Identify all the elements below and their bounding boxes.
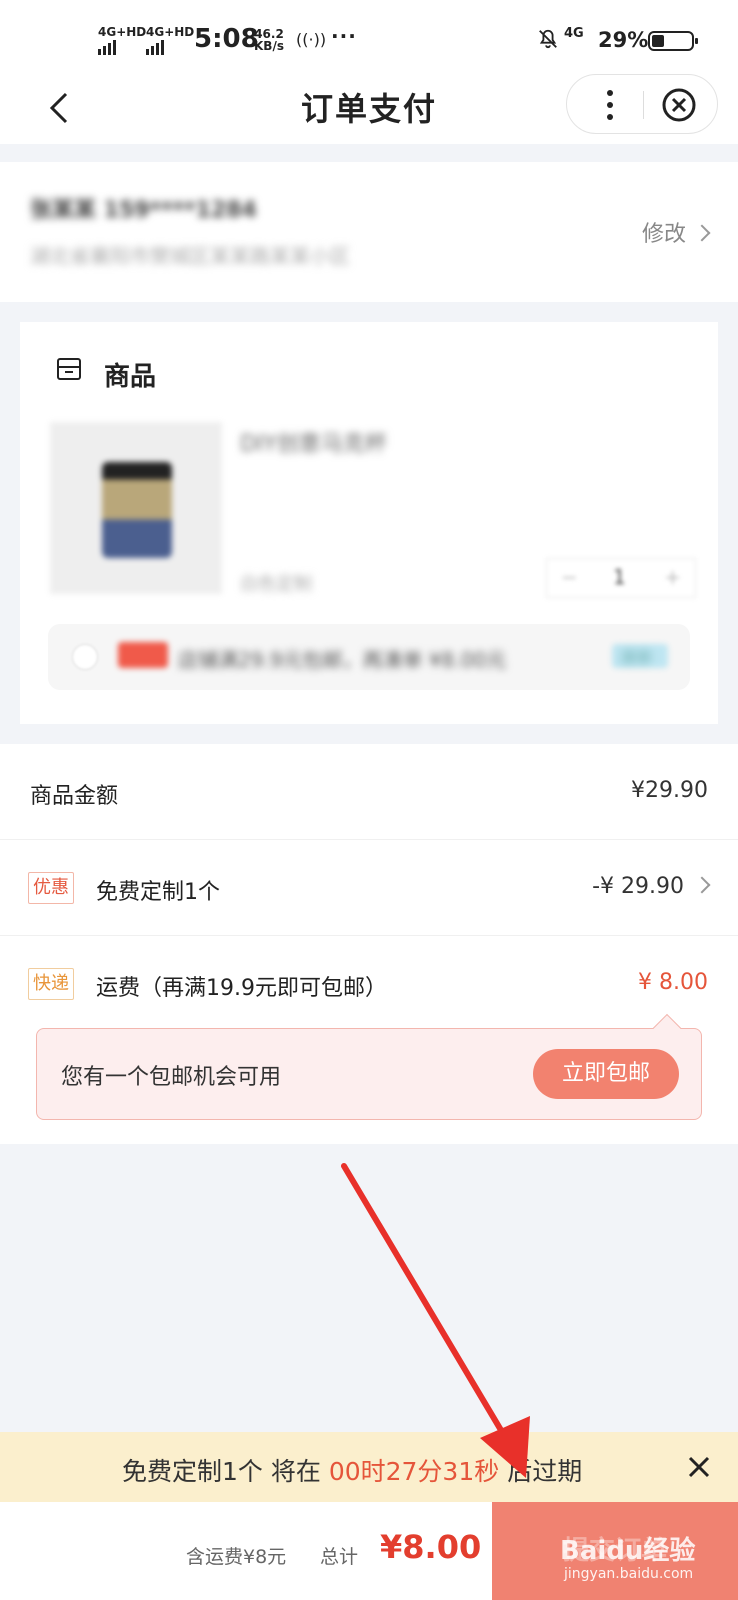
battery-icon: [648, 31, 698, 51]
promo-radio[interactable]: [72, 644, 98, 670]
discount-value: -¥ 29.90: [592, 874, 684, 899]
signal-2: 4G+HD: [146, 26, 194, 55]
goods-amount-value: ¥29.90: [631, 778, 708, 803]
nav-bar: 订单支付: [0, 72, 738, 144]
minus-icon[interactable]: −: [561, 565, 578, 589]
network-type: 4G: [564, 26, 584, 41]
free-shipping-button[interactable]: 立即包邮: [533, 1049, 679, 1099]
bell-muted-icon: [539, 29, 557, 49]
quantity-stepper[interactable]: − 1 +: [546, 558, 696, 598]
watermark-brand: Baidu经验: [560, 1536, 696, 1566]
signal-bars-icon: [146, 40, 166, 55]
status-bar: 4G+HD 4G+HD 5:08 46.2 KB/s ((·)) ··· 4G …: [0, 0, 738, 72]
expiry-banner: 免费定制1个 将在 00时27分31秒 后过期: [0, 1432, 738, 1502]
shipping-note: 含运费¥8元: [186, 1546, 287, 1568]
quantity-value: 1: [613, 565, 626, 589]
expiry-countdown: 00时27分31秒: [328, 1457, 500, 1486]
watermark-url: jingyan.baidu.com: [564, 1566, 694, 1582]
more-status-icon: ···: [331, 24, 357, 48]
total-price: ¥8.00: [380, 1528, 482, 1566]
plus-icon[interactable]: +: [664, 565, 681, 589]
speed-unit: KB/s: [254, 39, 284, 53]
promo-tag: [118, 642, 168, 668]
chevron-right-icon: [693, 224, 711, 242]
capsule-divider: [643, 91, 644, 119]
address-detail: 湖北省襄阳市樊城区某某路某某小区: [30, 244, 350, 268]
promo-action-label: 凑单: [620, 648, 653, 667]
tooltip-message: 您有一个包邮机会可用: [61, 1065, 282, 1090]
discount-row[interactable]: 优惠 免费定制1个 -¥ 29.90: [0, 840, 738, 936]
promo-action-button[interactable]: 凑单: [612, 644, 668, 668]
more-vertical-icon[interactable]: [595, 85, 625, 125]
product-spec: 白色定制: [240, 574, 312, 595]
signal-2-label: 4G+HD: [146, 25, 195, 39]
clock: 5:08: [194, 24, 259, 54]
product-name: DIY创意马克杯: [240, 432, 387, 457]
goods-amount-row: 商品金额 ¥29.90: [0, 744, 738, 840]
expiry-text: 免费定制1个 将在 00时27分31秒 后过期: [122, 1452, 582, 1488]
goods-amount-label: 商品金额: [30, 784, 119, 809]
discount-value-wrap: -¥ 29.90: [592, 874, 711, 899]
shipping-label: 运费（再满19.9元即可包邮）: [96, 976, 387, 1001]
signal-bars-icon: [98, 40, 118, 55]
total-label: 总计: [320, 1546, 359, 1568]
shipping-badge: 快递: [28, 968, 74, 1000]
battery-percent: 29%: [598, 28, 649, 52]
product-section-title: 商品: [104, 362, 157, 392]
mini-program-capsule: [566, 74, 718, 134]
shipping-value: ¥ 8.00: [638, 970, 708, 995]
close-icon[interactable]: [684, 1452, 714, 1482]
signal-1-label: 4G+HD: [98, 25, 147, 39]
expiry-prefix: 免费定制1个 将在: [122, 1457, 329, 1486]
signal-1: 4G+HD: [98, 26, 146, 55]
edit-address-label: 修改: [641, 222, 686, 247]
discount-label: 免费定制1个: [96, 880, 220, 905]
store-icon: [57, 358, 81, 380]
address-name-phone: 张某某 159****1284: [30, 198, 257, 223]
nfc-icon: ((·)): [296, 30, 327, 49]
product-image: [50, 422, 222, 594]
network-speed: 46.2 KB/s: [254, 28, 284, 52]
edit-address-button[interactable]: 修改: [641, 216, 711, 248]
promo-text: 店铺满29.9元包邮，再凑单 ¥8.00元: [178, 648, 507, 672]
chevron-right-icon: [693, 876, 711, 894]
free-shipping-tooltip: 您有一个包邮机会可用 立即包邮: [36, 1013, 702, 1120]
promo-row[interactable]: 店铺满29.9元包邮，再凑单 ¥8.00元 凑单: [48, 624, 690, 690]
product-card: 商品 DIY创意马克杯 白色定制 − 1 + 店铺满29.9元包邮，再凑单 ¥8…: [20, 322, 718, 724]
expiry-suffix: 后过期: [499, 1457, 583, 1486]
close-circle-icon[interactable]: [661, 87, 697, 123]
shipping-row: 快递 运费（再满19.9元即可包邮） ¥ 8.00: [0, 936, 738, 1032]
discount-badge: 优惠: [28, 872, 74, 904]
address-card[interactable]: 张某某 159****1284 湖北省襄阳市樊城区某某路某某小区 修改: [0, 162, 738, 302]
